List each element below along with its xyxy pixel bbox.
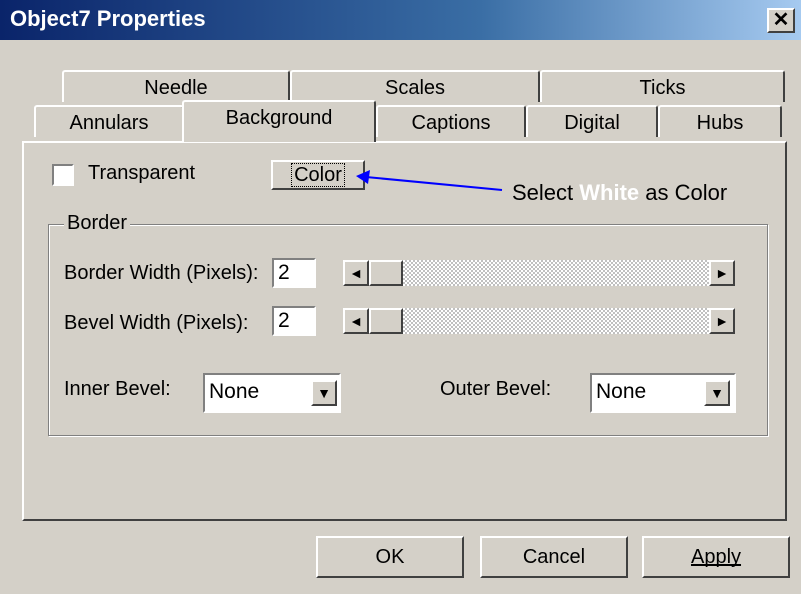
annotation-arrow	[356, 170, 503, 191]
tab-needle[interactable]: Needle	[62, 70, 290, 102]
tab-digital-label: Digital	[564, 112, 620, 134]
annotation-highlight: White	[579, 180, 640, 205]
inner-bevel-value: None	[209, 380, 260, 403]
outer-bevel-label: Outer Bevel:	[440, 378, 552, 400]
tab-ticks[interactable]: Ticks	[540, 70, 785, 102]
tab-scales-label: Scales	[384, 77, 446, 99]
cancel-button-label: Cancel	[522, 546, 586, 568]
tab-annulars-label: Annulars	[69, 112, 149, 134]
cancel-button[interactable]: Cancel	[480, 536, 628, 578]
bevel-width-field[interactable]: 2	[272, 306, 316, 336]
right-arrow-icon: ►	[715, 265, 729, 281]
apply-button-label: Apply	[690, 546, 742, 568]
border-width-field[interactable]: 2	[272, 258, 316, 288]
tab-digital[interactable]: Digital	[526, 105, 658, 137]
close-icon: ✕	[772, 9, 790, 31]
outer-bevel-dropdown-button[interactable]: ▼	[704, 380, 730, 406]
tab-background[interactable]: Background	[182, 100, 376, 142]
tab-background-label: Background	[225, 107, 333, 129]
bevel-width-right-button[interactable]: ►	[709, 308, 735, 334]
tab-annulars[interactable]: Annulars	[34, 105, 184, 137]
title-bar: Object7 Properties ✕	[0, 0, 801, 40]
border-width-slider-track[interactable]	[369, 260, 709, 286]
arrowhead-icon	[356, 170, 370, 184]
bevel-width-left-button[interactable]: ◄	[343, 308, 369, 334]
annotation-prefix: Select	[512, 180, 574, 205]
ok-button[interactable]: OK	[316, 536, 464, 578]
tab-needle-label: Needle	[144, 77, 208, 99]
bevel-width-slider-thumb[interactable]	[369, 308, 403, 334]
inner-bevel-label: Inner Bevel:	[64, 378, 171, 400]
bevel-width-label: Bevel Width (Pixels):	[64, 312, 249, 334]
chevron-down-icon: ▼	[710, 385, 724, 401]
left-arrow-icon: ◄	[349, 313, 363, 329]
left-arrow-icon: ◄	[349, 265, 363, 281]
ok-button-label: OK	[375, 546, 405, 568]
transparent-checkbox[interactable]	[52, 164, 74, 186]
border-group-label: Border	[64, 212, 131, 235]
tab-ticks-label: Ticks	[639, 77, 686, 99]
chevron-down-icon: ▼	[317, 385, 331, 401]
window-title: Object7 Properties	[10, 6, 206, 31]
tab-hubs-label: Hubs	[696, 112, 744, 134]
tab-scales[interactable]: Scales	[290, 70, 540, 102]
border-width-label: Border Width (Pixels):	[64, 262, 259, 284]
inner-bevel-dropdown-button[interactable]: ▼	[311, 380, 337, 406]
bevel-width-slider-track[interactable]	[369, 308, 709, 334]
tab-hubs[interactable]: Hubs	[658, 105, 782, 137]
tab-captions[interactable]: Captions	[376, 105, 526, 137]
right-arrow-icon: ►	[715, 313, 729, 329]
annotation-text: Select White as Color	[512, 180, 727, 206]
tab-captions-label: Captions	[411, 112, 491, 134]
transparent-label: Transparent	[88, 162, 196, 184]
color-button-label: Color	[291, 163, 345, 187]
border-width-left-button[interactable]: ◄	[343, 260, 369, 286]
border-width-right-button[interactable]: ►	[709, 260, 735, 286]
border-width-slider-thumb[interactable]	[369, 260, 403, 286]
outer-bevel-value: None	[596, 380, 647, 403]
close-button[interactable]: ✕	[767, 8, 795, 33]
apply-button[interactable]: Apply	[642, 536, 790, 578]
annotation-suffix: as Color	[645, 180, 728, 205]
